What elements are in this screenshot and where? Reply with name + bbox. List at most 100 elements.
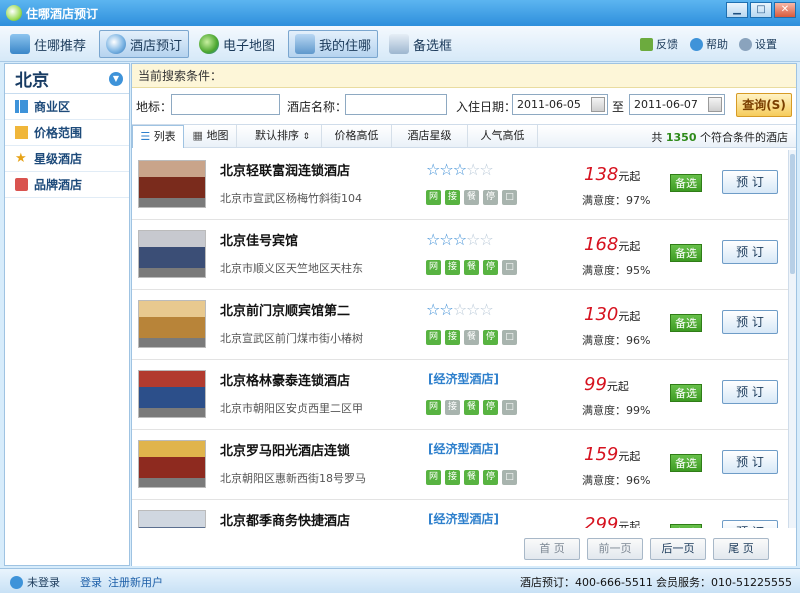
sort-default[interactable]: 默认排序 ⇕ bbox=[244, 125, 322, 147]
minimize-icon[interactable]: ▁ bbox=[726, 2, 748, 18]
hotel-row[interactable]: 北京罗马阳光酒店连锁 北京朝阳区惠新西街18号罗马 [经济型酒店] 网接餐停 □ 159元… bbox=[132, 430, 788, 500]
sidebar-item-price-range[interactable]: 价格范围 bbox=[5, 120, 129, 146]
sort-price[interactable]: 价格高低 bbox=[322, 125, 392, 147]
hotel-name[interactable]: 北京罗马阳光酒店连锁 bbox=[220, 440, 350, 459]
hotel-row[interactable]: 北京佳号宾馆 北京市顺义区天竺地区天柱东 ☆☆☆☆☆ 网接餐停 □ 168元起 满意度：95… bbox=[132, 220, 788, 290]
hotel-name[interactable]: 北京轻联富润连锁酒店 bbox=[220, 160, 350, 179]
book-button[interactable]: 预 订 bbox=[722, 170, 778, 194]
sidebar-item-business-district[interactable]: 商业区 bbox=[5, 94, 129, 120]
register-link[interactable]: 注册新用户 bbox=[108, 574, 163, 590]
hotel-photo[interactable] bbox=[138, 230, 206, 278]
close-icon[interactable]: ✕ bbox=[774, 2, 796, 18]
add-to-shortlist-button[interactable]: 备选 bbox=[670, 314, 702, 332]
book-button[interactable]: 预 订 bbox=[722, 240, 778, 264]
help-button[interactable]: 帮助 bbox=[690, 36, 728, 52]
toolbar-map-label: 电子地图 bbox=[223, 38, 276, 54]
login-link[interactable]: 登录 bbox=[80, 574, 102, 590]
grid-icon: ▦ bbox=[192, 129, 203, 142]
hotel-list: 北京轻联富润连锁酒店 北京市宣武区杨梅竹斜街104 ☆☆☆☆☆ 网接餐停 □ 138元起满… bbox=[132, 150, 788, 528]
hotel-photo[interactable] bbox=[138, 370, 206, 418]
star-icon: ☆ bbox=[452, 230, 467, 249]
title-bar: 住哪酒店预订 ▁ □ ✕ bbox=[0, 0, 800, 26]
sidebar-item-star-hotel[interactable]: ★ 星级酒店 bbox=[5, 146, 129, 172]
sidebar-item-label: 品牌酒店 bbox=[34, 178, 83, 192]
service-icon: 停 bbox=[483, 470, 498, 485]
add-to-shortlist-button[interactable]: 备选 bbox=[670, 524, 702, 528]
star-icon: ☆ bbox=[466, 230, 480, 249]
main-toolbar: 住哪推荐 酒店预订 电子地图 我的住哪 备选框 反馈 帮助 设置 bbox=[0, 26, 800, 62]
toolbar-map[interactable]: 电子地图 bbox=[193, 30, 281, 58]
sort-default-label: 默认排序 bbox=[254, 129, 299, 142]
hotel-row[interactable]: 北京都季商务快捷酒店[经济型酒店]网接餐停□299元起备选预 订 bbox=[132, 500, 788, 528]
toolbar-shortlist[interactable]: 备选框 bbox=[383, 30, 458, 58]
add-to-shortlist-button[interactable]: 备选 bbox=[670, 174, 702, 192]
calendar-icon[interactable] bbox=[591, 97, 605, 112]
main-panel: 当前搜索条件： 地标： 酒店名称： 入住日期： 2011-06-05 至 201… bbox=[131, 63, 797, 566]
calendar-icon[interactable] bbox=[708, 97, 722, 112]
service-icon: 接 bbox=[445, 470, 460, 485]
tab-list-view[interactable]: ☰ 列表 bbox=[132, 125, 184, 148]
prev-page-button[interactable]: 前一页 bbox=[587, 538, 643, 560]
sidebar-item-brand-hotel[interactable]: 品牌酒店 bbox=[5, 172, 129, 198]
tab-map-view[interactable]: ▦ 地图 bbox=[185, 125, 237, 147]
hotel-photo[interactable] bbox=[138, 160, 206, 208]
book-button[interactable]: 预 订 bbox=[722, 450, 778, 474]
user-status: 未登录 bbox=[10, 574, 60, 590]
settings-button[interactable]: 设置 bbox=[739, 36, 777, 52]
hotel-price: 138元起 bbox=[584, 164, 640, 185]
add-to-shortlist-button[interactable]: 备选 bbox=[670, 454, 702, 472]
star-icon: ☆ bbox=[439, 300, 453, 319]
toolbar-recommend[interactable]: 住哪推荐 bbox=[4, 30, 92, 58]
hotel-name[interactable]: 北京佳号宾馆 bbox=[220, 230, 298, 249]
scrollbar[interactable] bbox=[788, 150, 796, 528]
scrollbar-thumb[interactable] bbox=[790, 154, 795, 274]
checkout-date-field[interactable]: 2011-06-07 bbox=[629, 94, 725, 115]
settings-label: 设置 bbox=[755, 38, 777, 51]
toolbar-recommend-label: 住哪推荐 bbox=[34, 38, 87, 54]
sort-star[interactable]: 酒店星级 bbox=[392, 125, 468, 147]
hotel-name[interactable]: 北京前门京顺宾馆第二 bbox=[220, 300, 350, 319]
toolbar-hotel-booking[interactable]: 酒店预订 bbox=[99, 30, 190, 58]
hotel-name-input[interactable] bbox=[345, 94, 447, 115]
hotel-photo[interactable] bbox=[138, 440, 206, 488]
hotel-row[interactable]: 北京格林豪泰连锁酒店 北京市朝阳区安贞西里二区甲 [经济型酒店] 网接餐停 □ 99元起满… bbox=[132, 360, 788, 430]
book-button[interactable]: 预 订 bbox=[722, 380, 778, 404]
checkin-date-field[interactable]: 2011-06-05 bbox=[512, 94, 608, 115]
maximize-icon[interactable]: □ bbox=[750, 2, 772, 18]
book-button[interactable]: 预 订 bbox=[722, 520, 778, 528]
hotel-photo[interactable] bbox=[138, 510, 206, 528]
first-page-button[interactable]: 首 页 bbox=[524, 538, 580, 560]
price-icon bbox=[15, 126, 28, 139]
book-button[interactable]: 预 订 bbox=[722, 310, 778, 334]
result-count: 共 1350 个符合条件的酒店 bbox=[651, 129, 788, 145]
window-controls: ▁ □ ✕ bbox=[726, 2, 796, 18]
hotel-row[interactable]: 北京轻联富润连锁酒店 北京市宣武区杨梅竹斜街104 ☆☆☆☆☆ 网接餐停 □ 138元起满… bbox=[132, 150, 788, 220]
query-button[interactable]: 查询(S) bbox=[736, 93, 792, 117]
service-icon: 网 bbox=[426, 330, 441, 345]
feedback-button[interactable]: 反馈 bbox=[640, 36, 678, 52]
star-icon: ☆ bbox=[426, 160, 440, 179]
price-unit: 元起 bbox=[618, 450, 641, 463]
hotel-row[interactable]: 北京前门京顺宾馆第二 北京宣武区前门煤市街小椿树 ☆☆☆☆☆ 网接餐停 □ 130元起 满意… bbox=[132, 290, 788, 360]
city-selector[interactable]: 北京 ▼ bbox=[5, 64, 129, 94]
toolbar-my-zhuna[interactable]: 我的住哪 bbox=[288, 30, 379, 58]
service-icon: 餐 bbox=[464, 190, 479, 205]
add-to-shortlist-button[interactable]: 备选 bbox=[670, 244, 702, 262]
service-icon: □ bbox=[502, 260, 517, 275]
gear-icon bbox=[739, 37, 752, 51]
next-page-button[interactable]: 后一页 bbox=[650, 538, 706, 560]
tab-map-label: 地图 bbox=[206, 129, 229, 142]
star-icon: ☆ bbox=[466, 300, 480, 319]
price-unit: 元起 bbox=[618, 520, 641, 528]
chevron-down-icon[interactable]: ▼ bbox=[109, 72, 123, 86]
hotel-name[interactable]: 北京都季商务快捷酒店 bbox=[220, 510, 350, 528]
hotel-address: 北京宣武区前门煤市街小椿树 bbox=[220, 332, 363, 345]
hotel-photo[interactable] bbox=[138, 300, 206, 348]
last-page-button[interactable]: 尾 页 bbox=[713, 538, 769, 560]
landmark-input[interactable] bbox=[171, 94, 280, 115]
add-to-shortlist-button[interactable]: 备选 bbox=[670, 384, 702, 402]
hotel-name[interactable]: 北京格林豪泰连锁酒店 bbox=[220, 370, 350, 389]
sort-popularity[interactable]: 人气高低 bbox=[468, 125, 538, 147]
hotel-services: 网接餐停 □ bbox=[426, 190, 517, 205]
date-to-label: 至 bbox=[612, 100, 625, 114]
